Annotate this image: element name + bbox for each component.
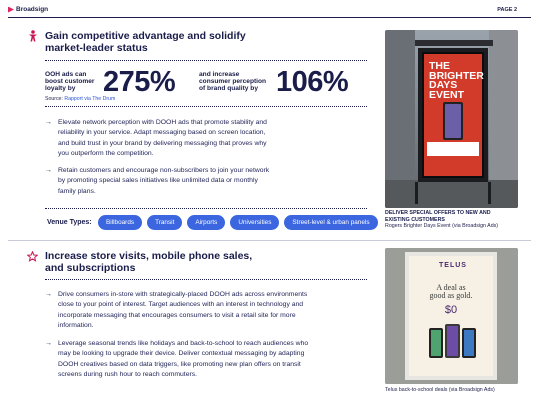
person-icon [28,30,38,45]
venue-pill[interactable]: Airports [187,215,226,230]
venue-pill[interactable]: Billboards [98,215,143,230]
venue-pill[interactable]: Transit [147,215,183,230]
arrow-right-icon: → [45,119,52,126]
section-separator [8,240,531,241]
header-divider [8,17,531,18]
telus-poster-photo: TELUS A deal as good as gold. $0 [385,248,518,384]
venue-pill[interactable]: Street-level & urban panels [284,215,378,230]
bus-shelter-photo: THE BRIGHTER DAYS EVENT [385,30,518,208]
list-item: → Elevate network perception with DOOH a… [45,118,365,159]
bus-shelter-illustration [385,30,518,208]
list-item: → Retain customers and encourage non-sub… [45,166,365,197]
stat-value: 106% [276,66,349,98]
stat-label: OOH ads can boost customer loyalty by [45,71,95,93]
section-title: Increase store visits, mobile phone sale… [45,250,253,274]
brand-mark-icon [8,6,14,13]
venue-pill[interactable]: Universities [230,215,280,230]
poster-headline: A deal as good as gold. [429,283,473,300]
arrow-right-icon: → [45,167,52,174]
section-title: Gain competitive advantage and solidify … [45,30,246,54]
stat-value: 275% [103,66,176,98]
brand-name: Broadsign [16,6,49,13]
photo-caption: Telus back-to-school deals (via Broadsig… [385,387,495,393]
stat-label: and increase consumer perception of bran… [199,71,267,93]
source-note: Source: Rapport via The Drum [45,96,116,102]
arrow-right-icon: → [45,340,52,347]
source-link[interactable]: Rapport via The Drum [64,96,115,102]
star-icon [26,250,39,265]
page-header: Broadsign PAGE 2 [0,0,539,20]
telus-logo: TELUS [439,262,467,269]
list-item: → Drive consumers in-store with strategi… [45,290,370,331]
poster-headline: THE BRIGHTER DAYS EVENT [429,60,484,101]
list-item: → Leverage seasonal trends like holidays… [45,339,370,380]
venue-pill-list: Billboards Transit Airports Universities… [98,215,378,230]
brand-logo[interactable]: Broadsign [8,6,48,13]
poster-price: $0 [444,304,458,316]
page-number: PAGE 2 [497,7,517,13]
dotted-divider [45,279,367,280]
venue-types-label: Venue Types: [47,219,92,226]
dotted-divider [45,106,367,107]
dotted-divider [45,208,367,209]
arrow-right-icon: → [45,291,52,298]
dotted-divider [45,60,367,61]
photo-caption: DELIVER SPECIAL OFFERS TO NEW AND EXISTI… [385,210,499,229]
